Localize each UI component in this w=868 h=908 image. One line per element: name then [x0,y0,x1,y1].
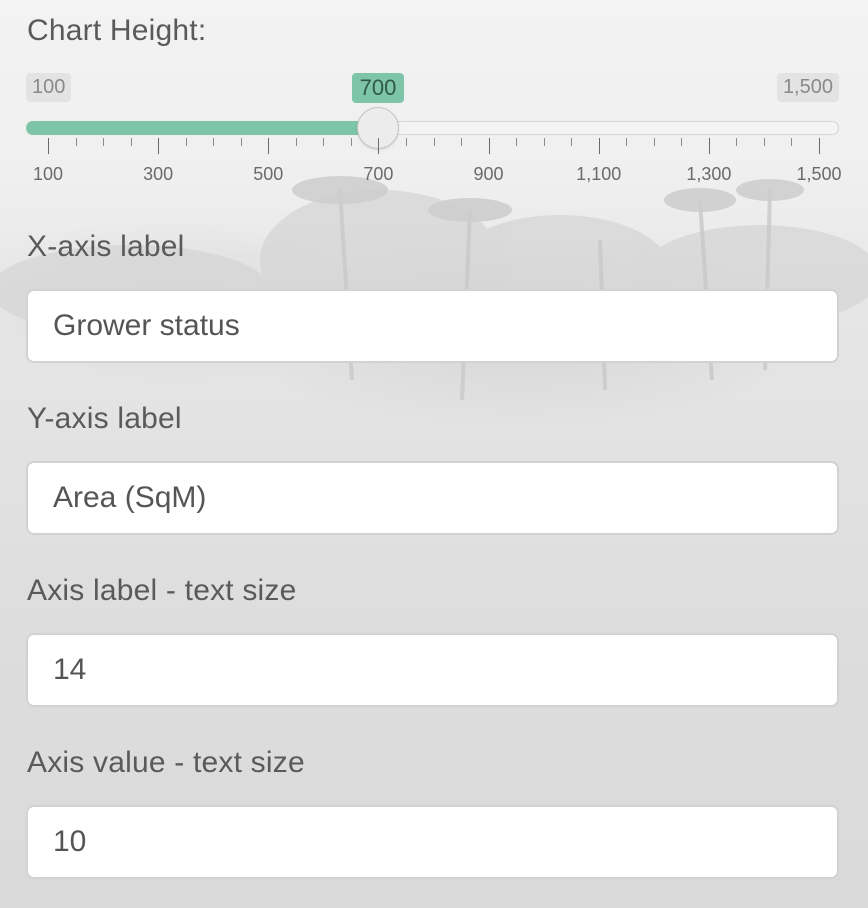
chart-height-slider-fill [26,121,379,135]
slider-minor-tick [75,138,77,146]
slider-minor-tick [213,138,215,146]
y-axis-label-title: Y-axis label [27,402,182,435]
slider-minor-tick [626,138,628,146]
slider-minor-tick [433,138,435,146]
slider-minor-tick [103,138,105,146]
slider-minor-tick [681,138,683,146]
slider-value-bubble: 700 [352,73,404,103]
slider-tick-label: 1,100 [576,164,622,184]
slider-minor-tick [323,138,325,146]
slider-minor-tick [350,138,352,146]
slider-minor-tick [791,138,793,146]
slider-minor-tick [763,138,765,146]
axis-value-text-size-title: Axis value - text size [27,746,305,779]
slider-major-tick [158,138,160,154]
slider-tick-label: 1,500 [796,164,842,184]
slider-ticks: 100 300 500 700 900 1,100 1,300 1,500 [0,138,868,188]
slider-max-label: 1,500 [776,73,839,102]
y-axis-label-input[interactable] [26,461,839,535]
axis-label-text-size-input[interactable] [26,633,839,707]
slider-minor-tick [295,138,297,146]
slider-major-tick [708,138,710,154]
slider-tick-label: 1,300 [686,164,732,184]
slider-minor-tick [185,138,187,146]
slider-tick-label: 700 [363,164,394,184]
slider-minor-tick [653,138,655,146]
axis-value-text-size-input[interactable] [26,805,839,879]
slider-major-tick [48,138,49,154]
slider-minor-tick [461,138,463,146]
slider-minor-tick [736,138,738,146]
slider-tick-label: 900 [473,164,504,184]
slider-minor-tick [516,138,518,146]
slider-tick-label: 500 [253,164,284,184]
slider-tick-label: 300 [143,164,174,184]
slider-min-label: 100 [26,73,72,102]
slider-major-tick [598,138,600,154]
slider-minor-tick [240,138,242,146]
slider-minor-tick [571,138,573,146]
slider-major-tick [378,138,380,154]
slider-minor-tick [130,138,132,146]
slider-tick-label: 100 [32,164,64,184]
axis-label-text-size-title: Axis label - text size [27,574,297,607]
x-axis-label-input[interactable] [26,289,839,363]
x-axis-label-title: X-axis label [27,230,185,263]
slider-major-tick [488,138,490,154]
slider-major-tick [819,138,820,154]
slider-major-tick [268,138,270,154]
slider-minor-tick [543,138,545,146]
slider-minor-tick [405,138,407,146]
chart-height-label: Chart Height: [27,14,207,47]
